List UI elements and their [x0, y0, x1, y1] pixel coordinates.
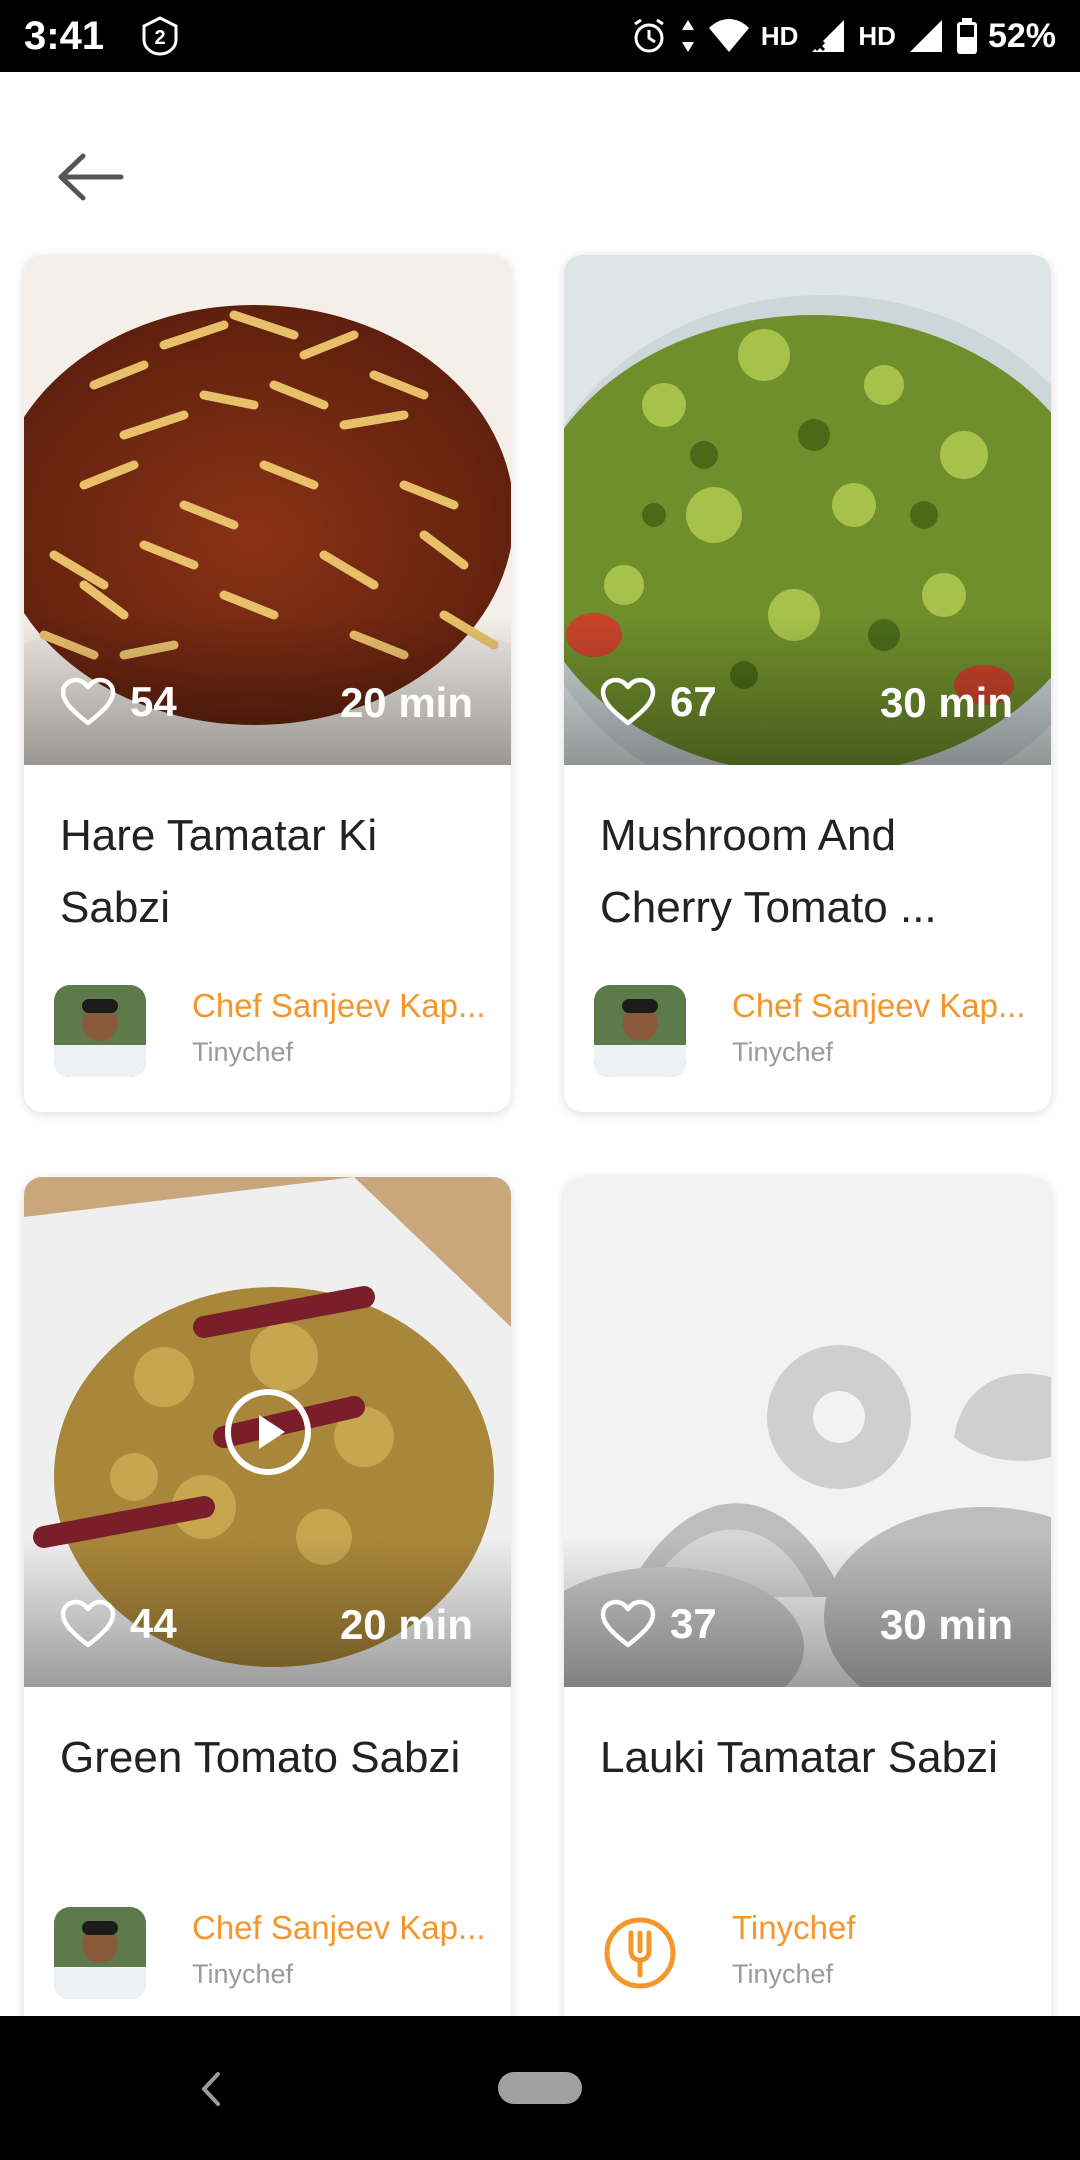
notification-badge-icon: 2 — [142, 16, 178, 56]
battery-icon — [956, 18, 977, 54]
nav-back-icon[interactable] — [190, 2064, 230, 2114]
likes-count: 44 — [130, 1600, 177, 1647]
cook-duration: 20 min — [339, 1601, 473, 1648]
avatar — [54, 985, 146, 1077]
nav-home-pill[interactable] — [498, 2072, 582, 2104]
recipe-title[interactable]: Green Tomato Sabzi — [60, 1722, 480, 1794]
avatar — [594, 985, 686, 1077]
chef-source: Tinychef — [732, 1037, 834, 1067]
chef-name: Chef Sanjeev Kap... — [192, 1909, 486, 1946]
chef-name: Tinychef — [732, 1909, 856, 1946]
wifi-icon — [708, 19, 749, 52]
data-arrows-icon — [681, 20, 694, 52]
network-type-label-2: HD — [858, 20, 896, 51]
chef-source: Tinychef — [192, 1037, 294, 1067]
status-time: 3:41 — [24, 14, 105, 58]
arrow-left-icon — [58, 153, 124, 201]
signal-icon — [812, 20, 845, 52]
system-nav-bar — [0, 2016, 1080, 2160]
app-bar — [0, 72, 1080, 252]
recipe-card[interactable]: 54 20 min Hare Tamatar Ki Sabzi Chef San… — [24, 255, 511, 1112]
status-bar: 3:41 2 HD HD 52% — [0, 0, 1080, 72]
tinychef-logo — [594, 1907, 686, 1999]
recipe-title[interactable]: Hare Tamatar Ki Sabzi — [60, 800, 480, 944]
likes-count: 37 — [670, 1600, 717, 1647]
recipe-image: 67 30 min — [564, 255, 1051, 765]
heart-outline-icon — [600, 677, 656, 726]
battery-percent: 52% — [987, 16, 1056, 55]
notification-badge-count: 2 — [154, 27, 165, 49]
likes-counter[interactable]: 67 — [600, 677, 717, 727]
recipe-title[interactable]: Lauki Tamatar Sabzi — [600, 1722, 1020, 1794]
recipe-image: 44 20 min — [24, 1177, 511, 1687]
cook-duration: 30 min — [879, 1601, 1013, 1648]
back-button[interactable] — [40, 127, 140, 227]
chef-name: Chef Sanjeev Kap... — [192, 987, 486, 1024]
cook-duration: 30 min — [879, 679, 1013, 726]
recipe-card[interactable]: 37 30 min Lauki Tamatar Sabzi Tinychef T… — [564, 1177, 1051, 2037]
recipe-author[interactable]: Chef Sanjeev Kap... Tinychef — [594, 985, 1034, 1077]
chef-name: Chef Sanjeev Kap... — [732, 987, 1026, 1024]
recipe-author[interactable]: Chef Sanjeev Kap... Tinychef — [54, 1907, 494, 1999]
status-icons: HD HD 52% — [629, 8, 1056, 64]
heart-outline-icon — [60, 1599, 116, 1648]
recipe-card[interactable]: 67 30 min Mushroom And Cherry Tomato ...… — [564, 255, 1051, 1112]
likes-count: 54 — [130, 678, 177, 725]
alarm-icon — [633, 18, 664, 53]
recipe-card[interactable]: 44 20 min Green Tomato Sabzi Chef Sanjee… — [24, 1177, 511, 2037]
likes-counter[interactable]: 54 — [60, 677, 177, 727]
recipe-image: 54 20 min — [24, 255, 511, 765]
recipe-title[interactable]: Mushroom And Cherry Tomato ... — [600, 800, 1020, 944]
recipe-author[interactable]: Tinychef Tinychef — [594, 1907, 1034, 1999]
likes-count: 67 — [670, 678, 717, 725]
signal-full-icon — [909, 20, 942, 52]
fork-circle-icon — [594, 1907, 686, 1999]
heart-outline-icon — [600, 1599, 656, 1648]
recipe-author[interactable]: Chef Sanjeev Kap... Tinychef — [54, 985, 494, 1077]
heart-outline-icon — [60, 677, 116, 726]
recipe-image: 37 30 min — [564, 1177, 1051, 1687]
chef-source: Tinychef — [192, 1959, 294, 1989]
play-circle-icon[interactable] — [223, 1387, 313, 1477]
network-type-label: HD — [760, 20, 799, 51]
likes-counter[interactable]: 37 — [600, 1599, 717, 1649]
chef-source: Tinychef — [732, 1959, 834, 1989]
avatar — [54, 1907, 146, 1999]
likes-counter[interactable]: 44 — [60, 1599, 177, 1649]
cook-duration: 20 min — [339, 679, 473, 726]
